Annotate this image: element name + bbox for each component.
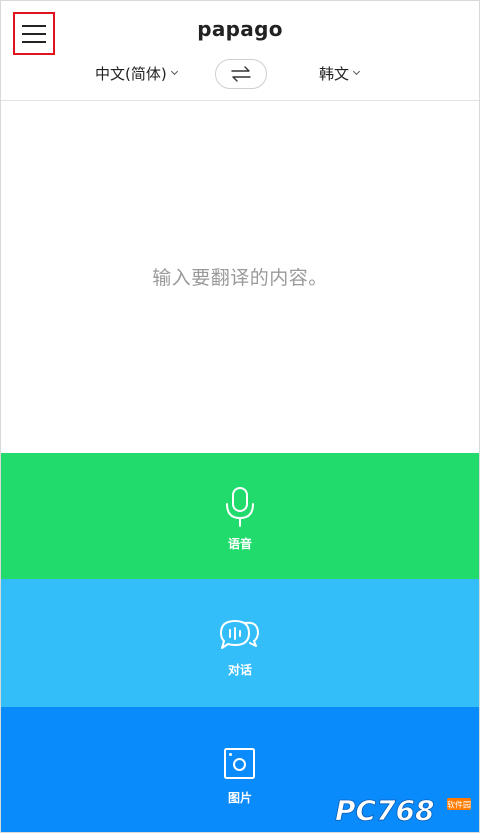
app-frame: papago 中文(简体) 韩文 输入要翻译的内容。 语音 对话 图片 PC76… [0,0,480,833]
input-placeholder: 输入要翻译的内容。 [152,267,328,289]
image-mode-label: 图片 [227,791,252,805]
source-language-select[interactable]: 中文(简体) [95,63,178,84]
chevron-down-icon [352,67,361,76]
target-language-label: 韩文 [319,65,350,83]
header: papago 中文(简体) 韩文 [1,1,479,101]
target-language-select[interactable]: 韩文 [319,63,361,84]
chat-bubbles-icon [219,611,261,653]
conversation-mode-button[interactable]: 对话 [1,579,479,707]
app-logo: papago [197,17,283,41]
voice-mode-button[interactable]: 语音 [1,453,479,579]
camera-icon [223,739,257,781]
svg-text:PC768: PC768 [335,794,435,826]
chevron-down-icon [170,67,178,76]
source-language-label: 中文(简体) [95,65,167,83]
swap-languages-button[interactable] [215,59,267,89]
swap-arrows-icon [231,66,251,82]
voice-mode-label: 语音 [227,537,252,551]
language-selector-row: 中文(简体) 韩文 [1,59,479,91]
watermark-logo: PC768 软件园 [333,792,473,827]
conversation-mode-label: 对话 [227,663,252,677]
svg-text:软件园: 软件园 [447,800,471,810]
text-input-area[interactable]: 输入要翻译的内容。 [1,102,479,453]
microphone-icon [223,485,257,527]
